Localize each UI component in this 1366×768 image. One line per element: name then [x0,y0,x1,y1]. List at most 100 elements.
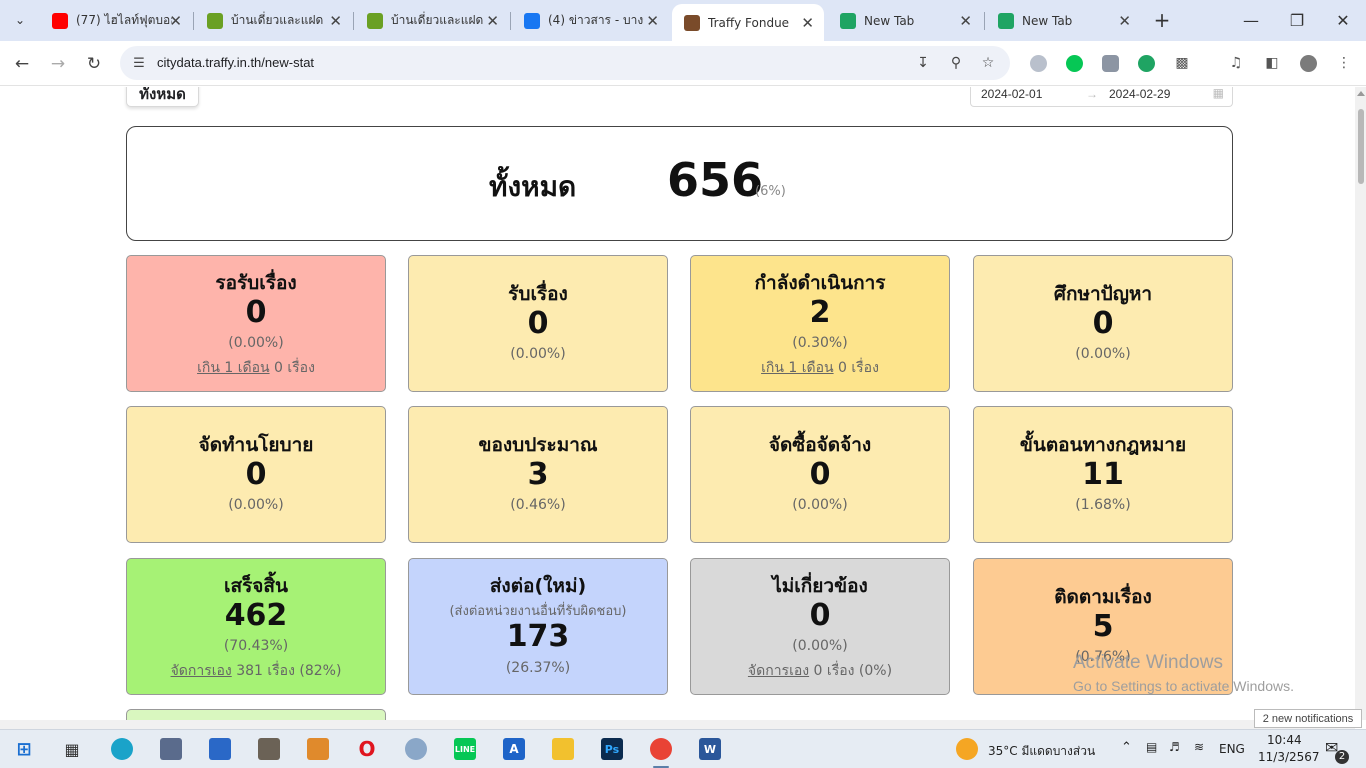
status-card[interactable]: จัดทำนโยบาย 0 (0.00%) [126,406,386,543]
tab-search-button[interactable]: ⌄ [6,6,34,34]
url-text[interactable]: citydata.traffy.in.th/new-stat [157,55,314,70]
horizontal-scrollbar[interactable] [0,720,1355,729]
zoom-icon[interactable]: ⚲ [946,53,966,73]
date-start[interactable]: 2024-02-01 [981,87,1042,101]
edge-icon[interactable] [111,738,133,760]
browser-tab[interactable]: New Tab ✕ [986,0,1141,41]
chat-extension-icon[interactable] [1099,52,1121,74]
autocad-icon[interactable]: A [503,738,525,760]
new-tab-button[interactable]: + [1150,8,1174,32]
skype-extension-icon[interactable] [1027,52,1049,74]
forward-button[interactable]: → [44,50,72,78]
chevron-up-icon[interactable]: ⌃ [1121,740,1132,755]
card-title: ของบประมาณ [478,434,598,456]
bookmark-star-icon[interactable]: ☆ [978,53,998,73]
line-app-icon[interactable]: LINE [454,738,476,760]
wifi-icon[interactable]: ≋ [1194,740,1204,754]
calendar-icon[interactable]: ▦ [1213,87,1224,100]
language-indicator[interactable]: ENG [1219,742,1245,756]
browser-tab[interactable]: บ้านเดี่ยวและแฝด T ✕ [195,0,352,41]
windows-start-icon[interactable]: ⊞ [13,738,35,760]
address-bar[interactable]: ☰ citydata.traffy.in.th/new-stat ↧ ⚲ ☆ [120,46,1010,80]
status-card[interactable]: เสร็จสิ้น 462 (70.43%) จัดการเอง 381 เรื่อง… [126,558,386,695]
all-filter-button[interactable]: ทั้งหมด [126,87,199,107]
status-card[interactable]: ของบประมาณ 3 (0.46%) [408,406,668,543]
minimize-button[interactable]: — [1228,0,1274,41]
plus-icon: + [1153,8,1171,32]
status-card[interactable]: จัดซื้อจัดจ้าง 0 (0.00%) [690,406,950,543]
back-button[interactable]: ← [8,50,36,78]
file-explorer-icon[interactable] [552,738,574,760]
card-title: ศึกษาปัญหา [1053,283,1153,305]
browser-tab[interactable]: Traffy Fondue ✕ [672,4,824,41]
tab-close-icon[interactable]: ✕ [1118,12,1131,30]
install-app-icon[interactable]: ↧ [913,53,933,73]
gimp-icon[interactable] [258,738,280,760]
watermark-line2: Go to Settings to activate Windows. [1073,678,1294,694]
weather-icon[interactable] [956,738,978,760]
network-device-icon[interactable]: ▤ [1146,740,1157,754]
status-card[interactable]: ไม่เกี่ยวข้อง 0 (0.00%) จัดการเอง 0 เรื่อง … [690,558,950,695]
task-view-icon[interactable]: ▦ [61,738,83,760]
store-icon[interactable] [209,738,231,760]
card-value: 5 [1092,609,1114,644]
status-card[interactable]: ส่งต่อ(ใหม่) (ส่งต่อหน่วยงานอื่นที่รับผิด… [408,558,668,695]
tab-close-icon[interactable]: ✕ [486,12,499,30]
weather-text[interactable]: 35°C มีแดดบางส่วน [988,742,1095,761]
tab-close-icon[interactable]: ✕ [801,14,814,32]
card-value: 2 [809,295,831,330]
scroll-up-icon[interactable] [1357,91,1365,96]
word-icon[interactable]: W [699,738,721,760]
clock-time[interactable]: 10:44 [1267,733,1302,747]
tab-title: New Tab [1022,13,1073,28]
card-extra-link[interactable]: จัดการเอง [171,663,232,679]
profile-avatar[interactable] [1297,52,1319,74]
total-label: ทั้งหมด [489,170,577,203]
card-percent: (0.30%) [792,335,848,351]
tab-close-icon[interactable]: ✕ [169,12,182,30]
card-extra-link[interactable]: จัดการเอง [748,663,809,679]
reload-button[interactable]: ↻ [80,50,108,78]
media-player-icon[interactable] [307,738,329,760]
card-extra: เกิน 1 เดือน 0 เรื่อง [127,357,385,379]
chrome-icon[interactable] [650,738,672,760]
line-extension-icon[interactable] [1063,52,1085,74]
status-card[interactable]: ศึกษาปัญหา 0 (0.00%) [973,255,1233,392]
extensions-puzzle-icon[interactable]: ▩ [1171,52,1193,74]
status-card[interactable]: รับเรื่อง 0 (0.00%) [408,255,668,392]
site-info-icon[interactable]: ☰ [130,54,148,72]
browser-tab[interactable]: (77) ไฮไลท์ฟุตบอล ✕ [40,0,192,41]
media-control-icon[interactable]: ♫ [1225,52,1247,74]
status-card-partial[interactable] [126,709,386,720]
date-range-picker[interactable]: 2024-02-01 → 2024-02-29 ▦ [970,87,1233,107]
card-extra: จัดการเอง 0 เรื่อง (0%) [691,660,949,682]
chrome-alt-icon[interactable] [405,738,427,760]
tool-app-icon[interactable] [160,738,182,760]
photoshop-icon[interactable]: Ps [601,738,623,760]
browser-tab[interactable]: (4) ข่าวสาร - บางก ✕ [512,0,669,41]
scrollbar-thumb[interactable] [1358,109,1364,184]
status-card[interactable]: กำลังดำเนินการ 2 (0.30%) เกิน 1 เดือน 0 เรื… [690,255,950,392]
status-card[interactable]: รอรับเรื่อง 0 (0.00%) เกิน 1 เดือน 0 เรื่อง [126,255,386,392]
volume-icon[interactable]: ♬ [1169,740,1180,754]
vertical-scrollbar[interactable] [1355,87,1366,720]
card-title: กำลังดำเนินการ [754,272,886,294]
card-extra-link[interactable]: เกิน 1 เดือน [761,360,834,376]
card-title: รอรับเรื่อง [215,272,297,294]
card-extra-link[interactable]: เกิน 1 เดือน [197,360,270,376]
tab-favicon-icon [998,12,1014,29]
opera-icon[interactable]: O [356,737,378,761]
side-panel-icon[interactable]: ◧ [1261,52,1283,74]
tab-close-icon[interactable]: ✕ [646,12,659,30]
reader-extension-icon[interactable] [1135,52,1157,74]
clock-date[interactable]: 11/3/2567 [1258,750,1320,764]
tab-close-icon[interactable]: ✕ [959,12,972,30]
status-card[interactable]: ขั้นตอนทางกฎหมาย 11 (1.68%) [973,406,1233,543]
restore-button[interactable]: ❐ [1274,0,1320,41]
menu-kebab-icon[interactable]: ⋮ [1333,52,1355,74]
close-window-button[interactable]: ✕ [1320,0,1366,41]
date-end[interactable]: 2024-02-29 [1109,87,1170,101]
browser-tab[interactable]: New Tab ✕ [828,0,982,41]
browser-tab[interactable]: บ้านเดี่ยวและแฝด T ✕ [355,0,509,41]
tab-close-icon[interactable]: ✕ [329,12,342,30]
